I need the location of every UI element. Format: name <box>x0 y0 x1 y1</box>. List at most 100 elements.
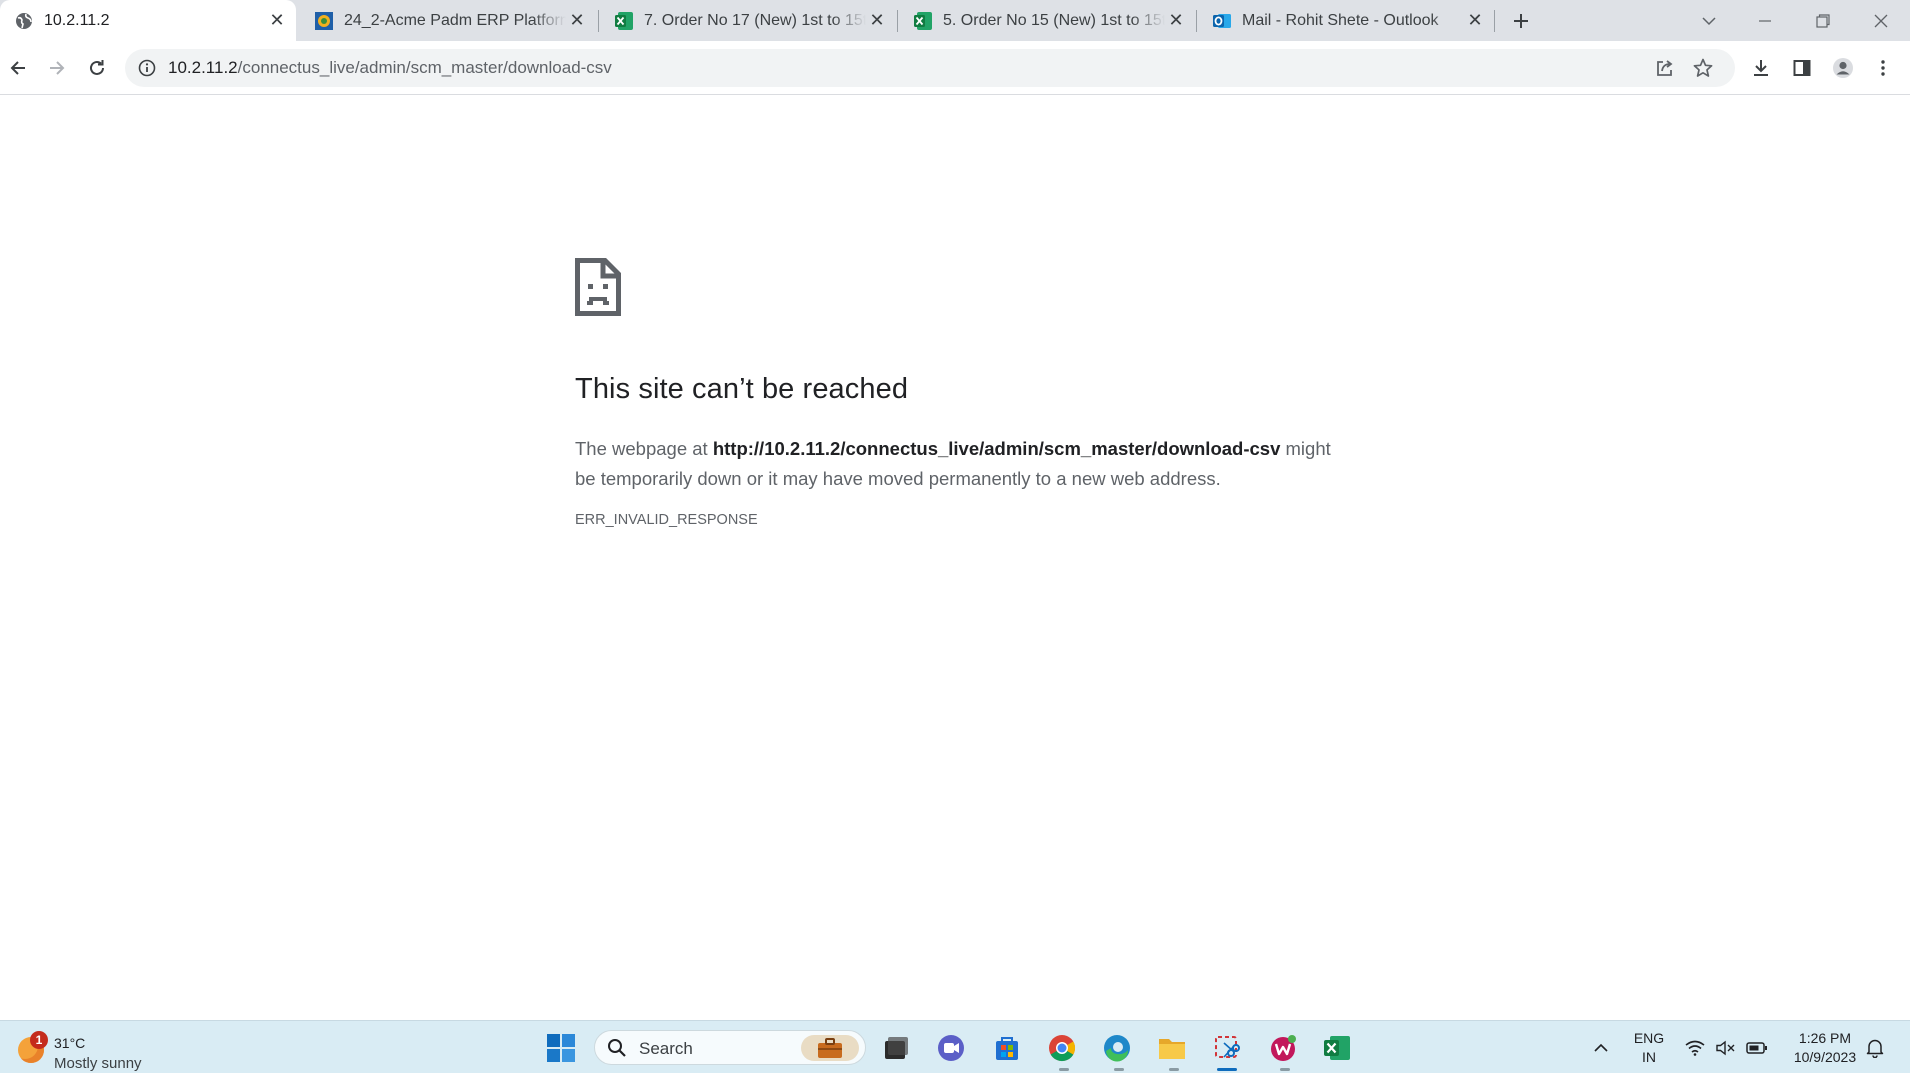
terminal-icon <box>885 1037 908 1059</box>
new-tab-button[interactable] <box>1508 8 1534 34</box>
running-indicator <box>1280 1068 1290 1071</box>
wifi-status[interactable] <box>1682 1021 1708 1073</box>
battery-icon <box>1746 1041 1767 1054</box>
excel-icon <box>614 11 634 31</box>
outlook-icon <box>1212 11 1232 31</box>
close-tab-icon[interactable]: ✕ <box>266 10 288 32</box>
tab-separator <box>1196 10 1197 32</box>
tab-erp-platform[interactable]: 24_2-Acme Padm ERP Platform ✕ <box>300 0 596 41</box>
menu-button[interactable] <box>1869 54 1897 82</box>
restore-button[interactable] <box>1800 0 1846 41</box>
close-tab-icon[interactable]: ✕ <box>1464 10 1486 32</box>
wifi-icon <box>1685 1040 1705 1056</box>
error-message: The webpage at http://10.2.11.2/connectu… <box>575 434 1355 494</box>
tab-separator <box>1494 10 1495 32</box>
taskbar-app-snipping-tool[interactable] <box>1210 1031 1244 1065</box>
tab-order-15[interactable]: 5. Order No 15 (New) 1st to 15th ✕ <box>899 0 1195 41</box>
tab-title: 24_2-Acme Padm ERP Platform <box>344 11 566 29</box>
plus-icon <box>1514 14 1528 28</box>
weather-temperature: 31°C <box>54 1035 86 1051</box>
show-hidden-icons-button[interactable] <box>1588 1021 1614 1073</box>
back-button[interactable] <box>4 54 32 82</box>
url-text[interactable]: 10.2.11.2/connectus_live/admin/scm_maste… <box>168 58 612 78</box>
forward-button[interactable] <box>43 54 71 82</box>
input-language[interactable]: ENG IN <box>1626 1029 1672 1067</box>
forward-arrow-icon <box>50 61 65 75</box>
close-tab-icon[interactable]: ✕ <box>566 10 588 32</box>
snipping-tool-icon <box>1215 1036 1240 1058</box>
close-window-button[interactable] <box>1858 0 1904 41</box>
taskbar-app-wps-office[interactable] <box>1266 1031 1300 1065</box>
system-clock[interactable]: 1:26 PM 10/9/2023 <box>1775 1029 1875 1067</box>
restore-icon <box>1816 13 1830 28</box>
battery-status[interactable] <box>1742 1021 1772 1073</box>
error-message-prefix: The webpage at <box>575 438 713 459</box>
store-icon <box>996 1037 1018 1060</box>
tab-order-17[interactable]: 7. Order No 17 (New) 1st to 15th ✕ <box>600 0 896 41</box>
share-icon[interactable] <box>1654 57 1676 79</box>
profile-button[interactable] <box>1829 54 1857 82</box>
back-arrow-icon <box>10 61 25 75</box>
weather-widget[interactable]: 1 31°C Mostly sunny <box>14 1029 164 1072</box>
search-icon <box>608 1039 626 1057</box>
tab-outlook-mail[interactable]: Mail - Rohit Shete - Outlook ✕ <box>1198 0 1494 41</box>
bell-icon <box>1866 1039 1884 1058</box>
chevron-down-icon <box>1702 16 1716 25</box>
screen: 10.2.11.2 ✕ 24_2-Acme Padm ERP Platform … <box>0 0 1910 1073</box>
running-indicator <box>1059 1068 1069 1071</box>
error-heading: This site can’t be reached <box>575 373 909 405</box>
notifications-button[interactable] <box>1862 1021 1888 1073</box>
region-code: IN <box>1642 1049 1656 1065</box>
close-tab-icon[interactable]: ✕ <box>1165 10 1187 32</box>
avatar-icon <box>1833 58 1853 78</box>
bookmark-star-icon[interactable] <box>1692 57 1714 79</box>
browser-toolbar: 10.2.11.2/connectus_live/admin/scm_maste… <box>0 41 1910 95</box>
taskbar-app-excel[interactable] <box>1320 1031 1354 1065</box>
chevron-up-icon <box>1594 1043 1608 1052</box>
notification-badge: 1 <box>30 1031 48 1049</box>
taskbar-search[interactable]: Search <box>594 1030 866 1065</box>
download-icon <box>1754 60 1768 76</box>
search-label: Search <box>639 1039 693 1058</box>
error-code: ERR_INVALID_RESPONSE <box>575 512 758 528</box>
clock-time: 1:26 PM <box>1798 1030 1852 1046</box>
minimize-button[interactable] <box>1742 0 1788 41</box>
language-code: ENG <box>1633 1030 1665 1046</box>
side-panel-button[interactable] <box>1788 54 1816 82</box>
taskbar-app-store[interactable] <box>990 1031 1024 1065</box>
downloads-button[interactable] <box>1747 54 1775 82</box>
tab-title: 10.2.11.2 <box>44 11 110 29</box>
chrome-icon <box>1049 1035 1076 1062</box>
weather-condition: Mostly sunny <box>54 1055 142 1072</box>
close-icon <box>1874 14 1888 27</box>
more-vertical-icon <box>1881 60 1885 76</box>
erp-app-icon <box>314 11 334 31</box>
tab-title: 5. Order No 15 (New) 1st to 15th <box>943 11 1165 29</box>
active-app-indicator <box>1217 1068 1237 1071</box>
taskbar-app-terminal[interactable] <box>878 1031 912 1065</box>
tab-strip: 10.2.11.2 ✕ 24_2-Acme Padm ERP Platform … <box>0 0 1910 41</box>
excel-icon <box>913 11 933 31</box>
tab-10-2-11-2[interactable]: 10.2.11.2 ✕ <box>0 0 296 41</box>
address-bar[interactable]: 10.2.11.2/connectus_live/admin/scm_maste… <box>125 49 1735 87</box>
taskbar-app-teams-meet[interactable] <box>934 1031 968 1065</box>
start-button[interactable] <box>544 1031 578 1065</box>
running-indicator <box>1169 1068 1179 1071</box>
close-tab-icon[interactable]: ✕ <box>866 10 888 32</box>
site-info-icon[interactable] <box>137 58 157 78</box>
side-panel-icon <box>1793 60 1811 76</box>
tab-title: Mail - Rohit Shete - Outlook <box>1242 11 1439 29</box>
taskbar-app-chrome[interactable] <box>1045 1031 1079 1065</box>
speaker-muted-icon <box>1716 1040 1735 1055</box>
taskbar-app-file-explorer[interactable] <box>1155 1031 1189 1065</box>
wps-office-icon <box>1271 1035 1296 1061</box>
tab-search-button[interactable] <box>1686 0 1732 41</box>
sad-page-icon <box>575 258 621 316</box>
reload-button[interactable] <box>83 54 111 82</box>
volume-status[interactable] <box>1712 1021 1738 1073</box>
tab-separator <box>598 10 599 32</box>
taskbar: 1 31°C Mostly sunny Search ENG IN 1:26 P… <box>0 1020 1910 1073</box>
tab-separator <box>897 10 898 32</box>
file-explorer-icon <box>1159 1039 1185 1059</box>
taskbar-app-edge[interactable] <box>1100 1031 1134 1065</box>
